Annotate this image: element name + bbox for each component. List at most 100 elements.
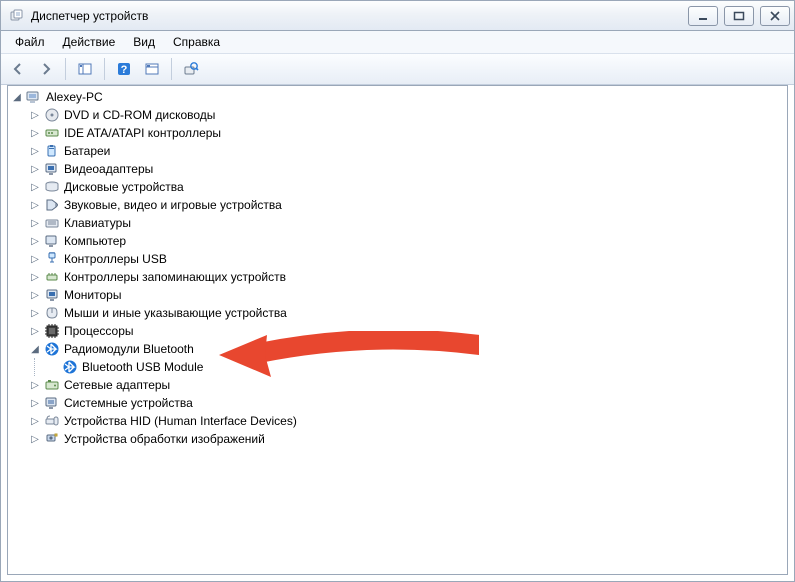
- device-tree-panel[interactable]: ◢ Alexey-PC ▷ DVD и CD-ROM дисководы ▷ IDE …: [7, 85, 788, 575]
- tree-item[interactable]: ▷ Батареи: [8, 142, 787, 160]
- menu-bar: Файл Действие Вид Справка: [1, 31, 794, 54]
- window-buttons: [688, 6, 790, 26]
- category-icon: [44, 161, 60, 177]
- properties-button[interactable]: [139, 56, 165, 82]
- expand-icon[interactable]: ▷: [28, 162, 42, 176]
- toolbar-separator: [65, 58, 66, 80]
- expand-icon[interactable]: ▷: [28, 432, 42, 446]
- expand-icon[interactable]: ▷: [28, 414, 42, 428]
- expand-icon[interactable]: ▷: [28, 198, 42, 212]
- category-icon: [44, 215, 60, 231]
- tree-item[interactable]: ▷ Устройства обработки изображений: [8, 430, 787, 448]
- menu-help[interactable]: Справка: [165, 33, 228, 51]
- tree-item-label: Мыши и иные указывающие устройства: [64, 306, 287, 320]
- tree-item-label: Мониторы: [64, 288, 121, 302]
- expand-icon[interactable]: ▷: [28, 234, 42, 248]
- window-title: Диспетчер устройств: [31, 9, 688, 23]
- tree-item[interactable]: ▷ Дисковые устройства: [8, 178, 787, 196]
- expand-icon[interactable]: ▷: [28, 288, 42, 302]
- tree-item-label: Видеоадаптеры: [64, 162, 153, 176]
- category-icon: [44, 179, 60, 195]
- tree-item-label: Сетевые адаптеры: [64, 378, 170, 392]
- tree-item-label: Устройства обработки изображений: [64, 432, 265, 446]
- maximize-button[interactable]: [724, 6, 754, 26]
- computer-icon: [26, 89, 42, 105]
- minimize-button[interactable]: [688, 6, 718, 26]
- category-icon: [44, 287, 60, 303]
- tree-item[interactable]: ▷ Мониторы: [8, 286, 787, 304]
- expand-icon[interactable]: ▷: [28, 396, 42, 410]
- expand-icon[interactable]: ▷: [28, 306, 42, 320]
- category-icon: [44, 197, 60, 213]
- back-button[interactable]: [5, 56, 31, 82]
- tree-item[interactable]: ▷ DVD и CD-ROM дисководы: [8, 106, 787, 124]
- help-button[interactable]: ?: [111, 56, 137, 82]
- title-bar: Диспетчер устройств: [1, 1, 794, 31]
- bluetooth-icon: [62, 359, 78, 375]
- svg-text:?: ?: [121, 64, 128, 76]
- show-hide-tree-button[interactable]: [72, 56, 98, 82]
- tree-item-label: Дисковые устройства: [64, 180, 184, 194]
- category-icon: [44, 233, 60, 249]
- tree-item-label: Радиомодули Bluetooth: [64, 342, 194, 356]
- scan-hardware-button[interactable]: [178, 56, 204, 82]
- device-tree: ◢ Alexey-PC ▷ DVD и CD-ROM дисководы ▷ IDE …: [8, 88, 787, 448]
- category-icon: [44, 413, 60, 429]
- tree-item[interactable]: ▷ Процессоры: [8, 322, 787, 340]
- menu-action[interactable]: Действие: [55, 33, 124, 51]
- tree-item[interactable]: ◢ Радиомодули Bluetooth: [8, 340, 787, 358]
- tree-item-label: Батареи: [64, 144, 110, 158]
- category-icon: [44, 377, 60, 393]
- category-icon: [44, 341, 60, 357]
- close-button[interactable]: [760, 6, 790, 26]
- tree-item[interactable]: ▷ Звуковые, видео и игровые устройства: [8, 196, 787, 214]
- toolbar-separator: [171, 58, 172, 80]
- forward-button[interactable]: [33, 56, 59, 82]
- tree-item-label: Процессоры: [64, 324, 134, 338]
- tree-child-item[interactable]: Bluetooth USB Module: [8, 358, 787, 376]
- tree-child-label: Bluetooth USB Module: [82, 360, 203, 374]
- tree-item[interactable]: ▷ IDE ATA/ATAPI контроллеры: [8, 124, 787, 142]
- tree-root-label: Alexey-PC: [46, 90, 103, 104]
- expand-icon[interactable]: ▷: [28, 126, 42, 140]
- menu-file[interactable]: Файл: [7, 33, 53, 51]
- app-icon: [9, 8, 25, 24]
- category-icon: [44, 125, 60, 141]
- tree-item-label: DVD и CD-ROM дисководы: [64, 108, 215, 122]
- expand-icon[interactable]: ▷: [28, 270, 42, 284]
- expand-icon[interactable]: ▷: [28, 378, 42, 392]
- category-icon: [44, 251, 60, 267]
- tree-item-label: Контроллеры USB: [64, 252, 167, 266]
- tree-item[interactable]: ▷ Сетевые адаптеры: [8, 376, 787, 394]
- tree-item[interactable]: ▷Клавиатуры: [8, 214, 787, 232]
- tree-item[interactable]: ▷ Контроллеры USB: [8, 250, 787, 268]
- tree-root[interactable]: ◢ Alexey-PC: [8, 88, 787, 106]
- expand-icon[interactable]: ▷: [28, 252, 42, 266]
- expand-icon[interactable]: ▷: [28, 180, 42, 194]
- tree-item-label: Устройства HID (Human Interface Devices): [64, 414, 297, 428]
- tree-item[interactable]: ▷Системные устройства: [8, 394, 787, 412]
- tree-item-label: IDE ATA/ATAPI контроллеры: [64, 126, 221, 140]
- tree-item[interactable]: ▷ Мыши и иные указывающие устройства: [8, 304, 787, 322]
- collapse-icon[interactable]: ◢: [10, 90, 24, 104]
- category-icon: [44, 269, 60, 285]
- expand-icon[interactable]: ▷: [28, 144, 42, 158]
- category-icon: [44, 305, 60, 321]
- category-icon: [44, 107, 60, 123]
- collapse-icon[interactable]: ◢: [28, 342, 42, 356]
- tree-item[interactable]: ▷ Контроллеры запоминающих устройств: [8, 268, 787, 286]
- expand-icon[interactable]: ▷: [28, 324, 42, 338]
- category-icon: [44, 143, 60, 159]
- expand-icon[interactable]: ▷: [28, 108, 42, 122]
- tree-item[interactable]: ▷ Устройства HID (Human Interface Devices…: [8, 412, 787, 430]
- category-icon: [44, 431, 60, 447]
- tree-item[interactable]: ▷ Видеоадаптеры: [8, 160, 787, 178]
- toolbar: ?: [1, 54, 794, 85]
- tree-item-label: Контроллеры запоминающих устройств: [64, 270, 286, 284]
- device-manager-window: Диспетчер устройств Файл Действие Вид Сп…: [0, 0, 795, 582]
- expand-icon[interactable]: ▷: [28, 216, 42, 230]
- category-icon: [44, 323, 60, 339]
- menu-view[interactable]: Вид: [125, 33, 163, 51]
- tree-item[interactable]: ▷Компьютер: [8, 232, 787, 250]
- tree-item-label: Звуковые, видео и игровые устройства: [64, 198, 282, 212]
